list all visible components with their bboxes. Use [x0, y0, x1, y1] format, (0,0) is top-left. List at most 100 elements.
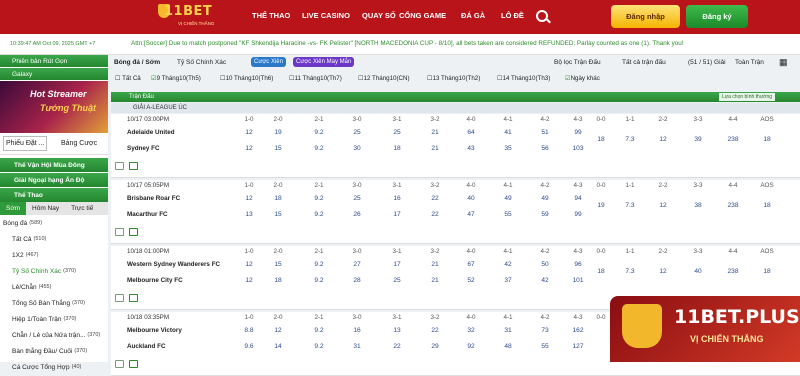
- odds-cell[interactable]: 18: [588, 268, 614, 275]
- odds-cell[interactable]: 18: [754, 268, 780, 275]
- sidebar-item-odd-even[interactable]: Lẻ/Chẵn (455): [0, 279, 108, 295]
- odds-cell[interactable]: 162: [565, 327, 591, 334]
- odds-cell[interactable]: 9.6: [236, 343, 262, 350]
- bet-slip-select[interactable]: Phiếu Đặt ...: [3, 136, 47, 151]
- odds-cell[interactable]: 12: [236, 145, 262, 152]
- sidebar-item-first-last-goal[interactable]: Bàn thắng Đầu/ Cuối (370): [0, 343, 108, 359]
- odds-cell[interactable]: 17: [384, 211, 410, 218]
- sidebar-item-correct-score[interactable]: Tỷ Số Chính Xác (370): [0, 263, 108, 279]
- odds-cell[interactable]: 25: [344, 129, 370, 136]
- promo-galaxy[interactable]: Galaxy: [0, 68, 108, 80]
- streamer-banner[interactable]: Hot Streamer Tướng Thuật: [0, 81, 108, 133]
- day-11[interactable]: ☐11 Tháng10(Th7): [289, 75, 342, 82]
- odds-cell[interactable]: 127: [565, 343, 591, 350]
- odds-cell[interactable]: 21: [422, 261, 448, 268]
- odds-cell[interactable]: 22: [422, 327, 448, 334]
- live-icon[interactable]: [129, 360, 138, 368]
- odds-cell[interactable]: 40: [458, 195, 484, 202]
- odds-cell[interactable]: 18: [265, 277, 291, 284]
- odds-cell[interactable]: 38: [685, 202, 711, 209]
- live-icon[interactable]: [129, 228, 138, 236]
- odds-cell[interactable]: 41: [495, 129, 521, 136]
- odds-cell[interactable]: 30: [344, 145, 370, 152]
- odds-cell[interactable]: 15: [265, 145, 291, 152]
- odds-cell[interactable]: 64: [458, 129, 484, 136]
- odds-cell[interactable]: 50: [532, 261, 558, 268]
- odds-cell[interactable]: 7.3: [617, 202, 643, 209]
- odds-cell[interactable]: 25: [344, 195, 370, 202]
- odds-cell[interactable]: 49: [532, 195, 558, 202]
- odds-cell[interactable]: 21: [422, 277, 448, 284]
- odds-cell[interactable]: 51: [532, 129, 558, 136]
- odds-cell[interactable]: 40: [685, 268, 711, 275]
- odds-cell[interactable]: 28: [344, 277, 370, 284]
- sidebar-item-mix-parlay[interactable]: Cá Cược Tổng Hợp (40): [0, 359, 108, 375]
- odds-cell[interactable]: 238: [720, 202, 746, 209]
- odds-cell[interactable]: 18: [588, 136, 614, 143]
- sidebar-item-soccer[interactable]: Bóng đá (589): [0, 215, 108, 231]
- odds-cell[interactable]: 9.2: [306, 277, 332, 284]
- sidebar-item-half-odd-even[interactable]: Chẵn / Lẻ của Nửa trận... (370): [0, 327, 108, 343]
- nav-game-portal[interactable]: CỔNG GAME: [399, 11, 446, 20]
- odds-cell[interactable]: 9.2: [306, 343, 332, 350]
- odds-cell[interactable]: 9.2: [306, 145, 332, 152]
- tab-live[interactable]: Trực tiế: [65, 205, 99, 212]
- odds-cell[interactable]: 16: [384, 195, 410, 202]
- nav-lottery-spin[interactable]: QUAY SỐ: [362, 11, 396, 20]
- odds-cell[interactable]: 99: [565, 129, 591, 136]
- odds-cell[interactable]: 15: [265, 211, 291, 218]
- odds-cell[interactable]: 56: [532, 145, 558, 152]
- stats-icon[interactable]: [115, 162, 124, 170]
- stats-icon[interactable]: [115, 228, 124, 236]
- odds-cell[interactable]: 49: [495, 195, 521, 202]
- odds-cell[interactable]: 8.8: [236, 327, 262, 334]
- odds-cell[interactable]: 92: [458, 343, 484, 350]
- group-winter-olympics[interactable]: Thế Vận Hội Mùa Đông: [0, 158, 108, 172]
- promo-compact[interactable]: Phiên bản Rút Gọn: [0, 55, 108, 67]
- odds-cell[interactable]: 12: [650, 202, 676, 209]
- odds-cell[interactable]: 18: [754, 202, 780, 209]
- odds-cell[interactable]: 7.3: [617, 136, 643, 143]
- odds-cell[interactable]: 22: [422, 211, 448, 218]
- stats-icon[interactable]: [115, 294, 124, 302]
- odds-cell[interactable]: 55: [532, 343, 558, 350]
- group-sports[interactable]: Thể Thao: [0, 188, 108, 202]
- day-12[interactable]: ☐12 Tháng10(CN): [358, 75, 410, 82]
- sidebar-item-total-goals[interactable]: Tổng Số Bàn Thắng (370): [0, 295, 108, 311]
- odds-cell[interactable]: 94: [565, 195, 591, 202]
- odds-cell[interactable]: 47: [458, 211, 484, 218]
- odds-cell[interactable]: 39: [685, 136, 711, 143]
- odds-cell[interactable]: 25: [384, 129, 410, 136]
- odds-cell[interactable]: 12: [236, 195, 262, 202]
- register-button[interactable]: Đăng ký: [686, 5, 748, 28]
- odds-cell[interactable]: 101: [565, 277, 591, 284]
- odds-cell[interactable]: 18: [754, 136, 780, 143]
- odds-cell[interactable]: 42: [495, 261, 521, 268]
- odds-cell[interactable]: 55: [495, 211, 521, 218]
- live-icon[interactable]: [129, 294, 138, 302]
- odds-cell[interactable]: 37: [495, 277, 521, 284]
- odds-cell[interactable]: 22: [422, 195, 448, 202]
- odds-cell[interactable]: 32: [458, 327, 484, 334]
- odds-cell[interactable]: 12: [236, 129, 262, 136]
- live-icon[interactable]: [129, 162, 138, 170]
- day-all[interactable]: ☐ Tất Cả: [115, 75, 141, 82]
- odds-cell[interactable]: 13: [236, 211, 262, 218]
- odds-cell[interactable]: 13: [384, 327, 410, 334]
- odds-cell[interactable]: 12: [650, 268, 676, 275]
- odds-cell[interactable]: 73: [532, 327, 558, 334]
- odds-cell[interactable]: 31: [495, 327, 521, 334]
- day-10[interactable]: ☐10 Tháng10(Th6): [220, 75, 273, 82]
- tab-early[interactable]: Sớm: [0, 202, 27, 215]
- odds-cell[interactable]: 12: [650, 136, 676, 143]
- odds-cell[interactable]: 9.2: [306, 211, 332, 218]
- odds-cell[interactable]: 7.3: [617, 268, 643, 275]
- odds-cell[interactable]: 18: [265, 195, 291, 202]
- odds-cell[interactable]: 9.2: [306, 195, 332, 202]
- odds-cell[interactable]: 35: [495, 145, 521, 152]
- sidebar-item-1x2[interactable]: 1X2 (467): [0, 247, 108, 263]
- parlay-chip[interactable]: Cược Xiên: [251, 57, 286, 67]
- sidebar-item-half-full[interactable]: Hiệp 1/Toàn Trận (370): [0, 311, 108, 327]
- odds-cell[interactable]: 26: [344, 211, 370, 218]
- tab-bet-list[interactable]: Bảng Cược: [61, 140, 97, 147]
